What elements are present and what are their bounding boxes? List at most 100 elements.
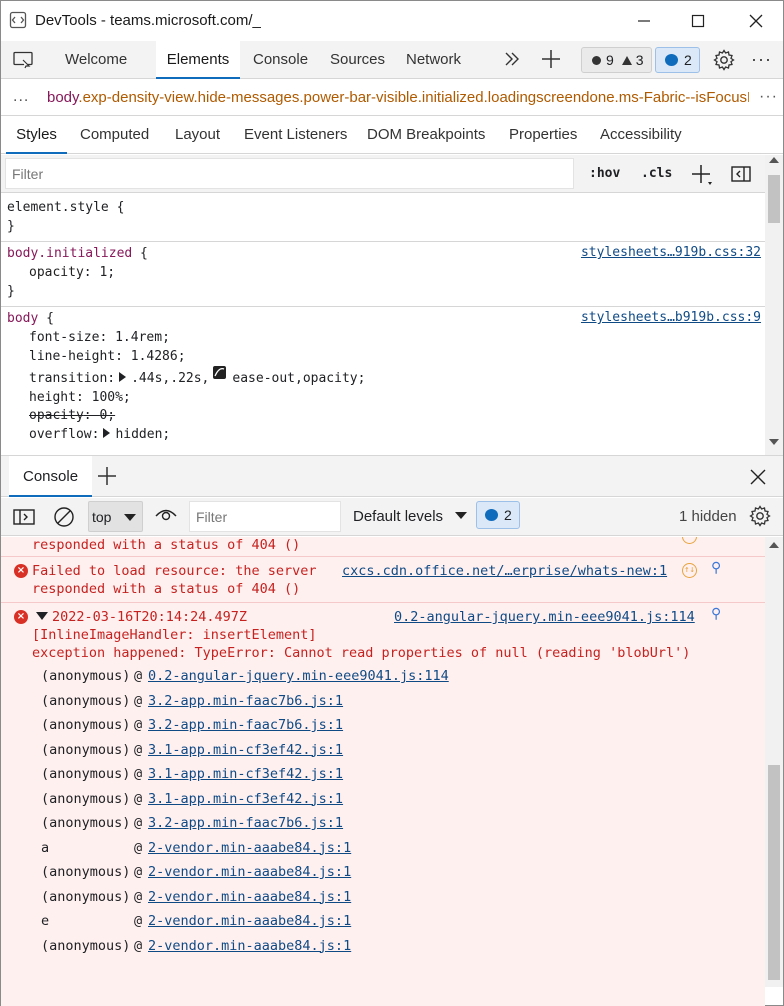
stack-source-link[interactable]: 3.1-app.min-cf3ef42.js:1 bbox=[148, 787, 343, 812]
settings-button[interactable] bbox=[713, 49, 735, 74]
expand-triangle-icon[interactable] bbox=[103, 428, 111, 438]
element-style-selector[interactable]: element.style { bbox=[1, 198, 765, 217]
stack-source-link[interactable]: 2-vendor.min-aaabe84.js:1 bbox=[148, 934, 351, 959]
rule-selector[interactable]: body.initialized bbox=[7, 246, 132, 261]
css-property[interactable]: height: 100%; bbox=[1, 389, 765, 407]
tab-accessibility[interactable]: Accessibility bbox=[600, 117, 682, 154]
css-property[interactable]: opacity: 1; bbox=[1, 263, 765, 282]
context-selector[interactable]: top bbox=[88, 501, 143, 532]
breadcrumb-overflow[interactable]: ··· bbox=[759, 88, 778, 106]
drawer-tab-console[interactable]: Console bbox=[9, 456, 93, 497]
minimize-button[interactable] bbox=[621, 1, 667, 41]
property-value[interactable]: 1.4rem; bbox=[115, 330, 170, 345]
property-value[interactable]: 1; bbox=[99, 265, 115, 280]
tab-network[interactable]: Network bbox=[406, 41, 461, 79]
property-value[interactable]: .44s,.22s, bbox=[131, 371, 209, 386]
tab-elements[interactable]: Elements bbox=[156, 41, 240, 79]
property-name[interactable]: font-size bbox=[29, 330, 99, 345]
property-value[interactable]: 1.4286; bbox=[131, 349, 186, 364]
issues-counter-button[interactable]: 9 3 bbox=[581, 47, 652, 73]
message-source-link[interactable]: 0.2-angular-jquery.min-eee9041.js:114 bbox=[394, 608, 695, 626]
easing-editor-icon[interactable] bbox=[213, 366, 227, 379]
property-value[interactable]: 0; bbox=[99, 408, 115, 423]
messages-counter-button[interactable]: 2 bbox=[655, 47, 700, 73]
device-toolbar-button[interactable] bbox=[13, 51, 35, 72]
property-value[interactable]: 100%; bbox=[92, 390, 131, 405]
stack-source-link[interactable]: 2-vendor.min-aaabe84.js:1 bbox=[148, 885, 351, 910]
collapse-triangle-icon[interactable] bbox=[36, 612, 48, 620]
network-request-icon[interactable] bbox=[682, 537, 697, 544]
stack-source-link[interactable]: 3.2-app.min-faac7b6.js:1 bbox=[148, 811, 343, 836]
console-scrollbar[interactable] bbox=[765, 537, 783, 987]
search-icon[interactable]: ⚲ bbox=[711, 606, 721, 622]
breadcrumb-more[interactable]: ... bbox=[13, 88, 29, 106]
close-window-button[interactable] bbox=[733, 1, 779, 41]
tab-event-listeners[interactable]: Event Listeners bbox=[244, 117, 347, 154]
css-property-overridden[interactable]: opacity: 0; bbox=[1, 407, 765, 425]
network-request-icon[interactable]: ↑↓ bbox=[682, 563, 697, 578]
hov-toggle[interactable]: :hov bbox=[589, 166, 620, 181]
scroll-down-icon[interactable] bbox=[769, 439, 779, 445]
breadcrumb-item-body[interactable]: body.exp-density-view.hide-messages.powe… bbox=[47, 89, 749, 106]
property-value[interactable]: hidden; bbox=[115, 427, 170, 442]
rule-selector[interactable]: body bbox=[7, 311, 38, 326]
stack-source-link[interactable]: 3.1-app.min-cf3ef42.js:1 bbox=[148, 738, 343, 763]
tab-layout[interactable]: Layout bbox=[175, 117, 220, 154]
tab-welcome[interactable]: Welcome bbox=[65, 41, 127, 79]
console-messages-badge[interactable]: 2 bbox=[476, 501, 520, 529]
tab-console[interactable]: Console bbox=[253, 41, 308, 79]
tab-properties[interactable]: Properties bbox=[509, 117, 577, 154]
property-value[interactable]: ease-out,opacity; bbox=[232, 371, 365, 386]
css-property[interactable]: overflow: hidden; bbox=[1, 425, 765, 445]
stack-source-link[interactable]: 3.2-app.min-faac7b6.js:1 bbox=[148, 689, 343, 714]
tab-computed[interactable]: Computed bbox=[80, 117, 149, 154]
rule-source-link[interactable]: stylesheets…919b.css:32 bbox=[581, 245, 761, 260]
stack-source-link[interactable]: 0.2-angular-jquery.min-eee9041.js:114 bbox=[148, 664, 449, 689]
styles-filter-input[interactable]: Filter bbox=[5, 158, 574, 189]
tab-styles[interactable]: Styles bbox=[6, 117, 67, 154]
add-tab-button[interactable] bbox=[541, 49, 561, 72]
property-name[interactable]: opacity bbox=[29, 265, 84, 280]
property-name[interactable]: opacity bbox=[29, 408, 84, 423]
stack-source-link[interactable]: 3.1-app.min-cf3ef42.js:1 bbox=[148, 762, 343, 787]
more-tabs-button[interactable] bbox=[503, 50, 521, 71]
scrollbar-thumb[interactable] bbox=[768, 765, 780, 980]
css-property[interactable]: font-size: 1.4rem; bbox=[1, 328, 765, 347]
console-settings-button[interactable] bbox=[749, 505, 771, 530]
stack-source-link[interactable]: 2-vendor.min-aaabe84.js:1 bbox=[148, 860, 351, 885]
console-filter-input[interactable]: Filter bbox=[189, 501, 341, 532]
property-name[interactable]: transition bbox=[29, 371, 107, 386]
scroll-up-icon[interactable] bbox=[769, 157, 779, 163]
stack-source-link[interactable]: 2-vendor.min-aaabe84.js:1 bbox=[148, 909, 351, 934]
drawer-add-tab-button[interactable] bbox=[97, 466, 117, 489]
console-message-error[interactable]: × Failed to load resource: the server re… bbox=[1, 557, 765, 603]
stack-source-link[interactable]: 2-vendor.min-aaabe84.js:1 bbox=[148, 836, 351, 861]
scroll-up-icon[interactable] bbox=[769, 542, 779, 548]
property-name[interactable]: line-height bbox=[29, 349, 115, 364]
tab-sources[interactable]: Sources bbox=[330, 41, 385, 79]
toggle-sidebar-button[interactable] bbox=[731, 165, 751, 186]
css-property[interactable]: transition: .44s,.22s, ease-out,opacity; bbox=[1, 366, 765, 389]
maximize-button[interactable] bbox=[675, 1, 721, 41]
clear-console-button[interactable] bbox=[53, 506, 75, 531]
rule-source-link[interactable]: stylesheets…b919b.css:9 bbox=[581, 310, 761, 325]
styles-scrollbar[interactable] bbox=[765, 155, 783, 455]
css-property[interactable]: line-height: 1.4286; bbox=[1, 347, 765, 366]
new-style-rule-button[interactable] bbox=[691, 164, 713, 189]
property-name[interactable]: height bbox=[29, 390, 76, 405]
expand-triangle-icon[interactable] bbox=[119, 372, 127, 382]
tab-dom-breakpoints[interactable]: DOM Breakpoints bbox=[367, 117, 485, 154]
cls-toggle[interactable]: .cls bbox=[641, 166, 672, 181]
search-icon[interactable]: ⚲ bbox=[711, 560, 721, 576]
stack-source-link[interactable]: 3.2-app.min-faac7b6.js:1 bbox=[148, 713, 343, 738]
more-options-icon[interactable]: ··· bbox=[751, 49, 772, 70]
scrollbar-thumb[interactable] bbox=[768, 175, 780, 223]
console-message-error[interactable]: responded with a status of 404 () bbox=[1, 537, 765, 557]
message-source-link[interactable]: cxcs.cdn.office.net/…erprise/whats-new:1 bbox=[342, 562, 667, 580]
log-levels-dropdown[interactable]: Default levels bbox=[353, 508, 468, 525]
live-expression-button[interactable] bbox=[154, 506, 178, 529]
close-drawer-button[interactable] bbox=[750, 469, 766, 488]
property-name[interactable]: overflow bbox=[29, 427, 92, 442]
show-sidebar-button[interactable] bbox=[13, 508, 35, 529]
console-message-exception[interactable]: × 2022-03-16T20:14:24.497Z 0.2-angular-j… bbox=[1, 603, 765, 1006]
